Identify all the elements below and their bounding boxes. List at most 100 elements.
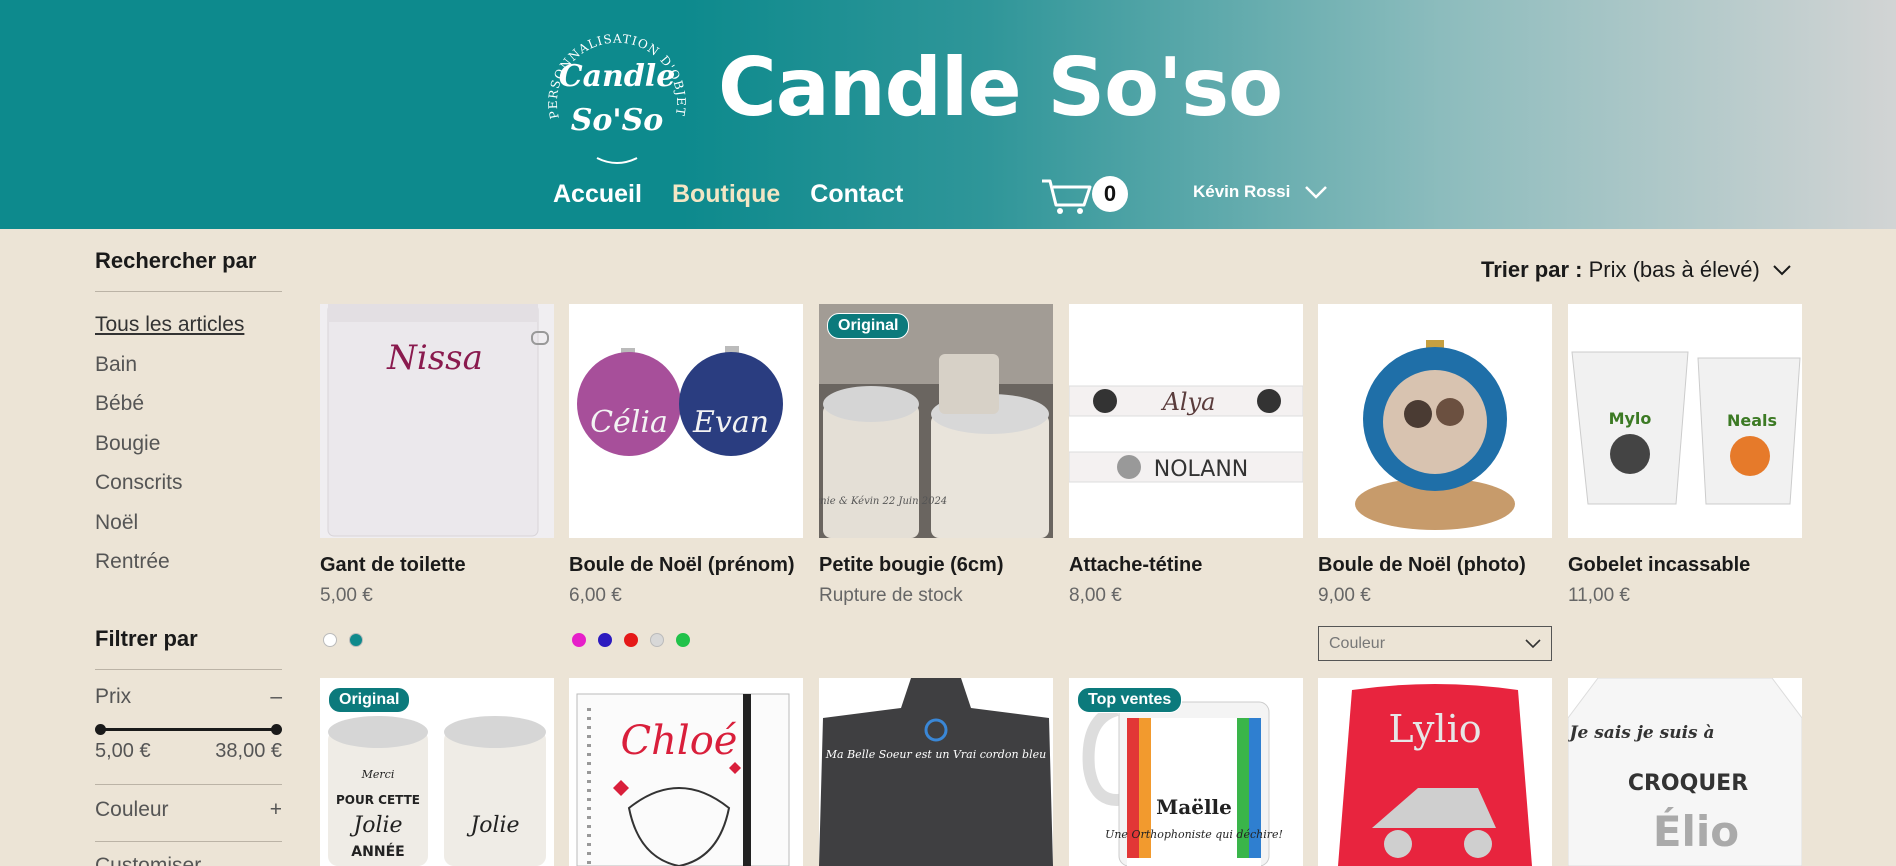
product-badge: Top ventes: [1077, 687, 1183, 713]
nav-contact[interactable]: Contact: [810, 178, 903, 210]
image-text: Une Orthophoniste qui déchire!: [1105, 828, 1283, 841]
image-text: Ma Belle Soeur est un Vrai cordon bleu: [825, 748, 1046, 761]
swatch-blue[interactable]: [598, 633, 612, 647]
chevron-down-icon: [1525, 638, 1541, 648]
price-range-values: 5,00 € 38,00 €: [95, 740, 282, 763]
next-filter-toggle[interactable]: Customiser: [95, 854, 282, 866]
product-image[interactable]: Ma Belle Soeur est un Vrai cordon bleu: [819, 678, 1053, 866]
color-swatches: [572, 633, 690, 647]
image-text: POUR CETTE: [336, 793, 420, 807]
product-name[interactable]: Gant de toilette: [320, 554, 466, 577]
product-image[interactable]: Chloé: [569, 678, 803, 866]
site-header: PERSONNALISATION D'OBJETS À VOTRE IMAGE …: [0, 0, 1896, 229]
product-image[interactable]: Nissa: [320, 304, 554, 538]
image-text: Célia: [590, 405, 668, 440]
main-nav: Accueil Boutique Contact: [553, 178, 903, 210]
product-badge: Original: [827, 313, 910, 339]
image-text: ANNÉE: [351, 843, 404, 860]
logo-line2: So'So: [571, 103, 664, 138]
image-text: Mélanie & Kévin 22 Juin 2024: [819, 496, 947, 507]
image-text: Alya: [1161, 388, 1216, 416]
svg-text:Jolie: Jolie: [466, 813, 519, 838]
chevron-down-icon: [1305, 186, 1328, 199]
category-rentree[interactable]: Rentrée: [95, 542, 244, 582]
color-select[interactable]: Couleur: [1318, 626, 1552, 661]
price-range-slider[interactable]: [95, 724, 282, 735]
color-swatches: [323, 633, 363, 647]
divider: [95, 841, 282, 842]
chevron-down-icon: [1773, 265, 1791, 276]
sort-dropdown[interactable]: Trier par : Prix (bas à élevé): [1481, 257, 1792, 283]
category-all[interactable]: Tous les articles: [95, 305, 244, 345]
product-price: 8,00 €: [1069, 585, 1122, 606]
range-max-handle[interactable]: [271, 724, 282, 735]
sort-value: Prix (bas à élevé): [1588, 257, 1760, 282]
color-filter-label: Couleur: [95, 798, 169, 821]
nav-accueil[interactable]: Accueil: [553, 178, 642, 210]
product-image[interactable]: Mylo Neals: [1568, 304, 1802, 538]
swatch-pink[interactable]: [572, 633, 586, 647]
product-image[interactable]: Mélanie & Kévin 22 Juin 2024 Original: [819, 304, 1053, 538]
search-heading: Rechercher par: [95, 248, 257, 273]
swatch-white[interactable]: [323, 633, 337, 647]
product-price: 9,00 €: [1318, 585, 1371, 606]
product-price: 5,00 €: [320, 585, 373, 606]
swatch-green[interactable]: [676, 633, 690, 647]
category-conscrits[interactable]: Conscrits: [95, 463, 244, 503]
filter-heading: Filtrer par: [95, 626, 198, 651]
product-image[interactable]: Maëlle Une Orthophoniste qui déchire! To…: [1069, 678, 1303, 866]
product-name[interactable]: Attache-tétine: [1069, 554, 1202, 577]
image-text: Chloé: [621, 718, 738, 764]
product-image[interactable]: Alya NOLANN: [1069, 304, 1303, 538]
sort-label: Trier par :: [1481, 257, 1583, 282]
category-list: Tous les articles Bain Bébé Bougie Consc…: [95, 305, 244, 582]
next-filter-label: Customiser: [95, 854, 202, 866]
price-max: 38,00 €: [215, 740, 282, 762]
product-stock-status: Rupture de stock: [819, 585, 963, 606]
price-min: 5,00 €: [95, 740, 151, 762]
color-filter-toggle[interactable]: Couleur +: [95, 798, 282, 822]
product-image[interactable]: Je sais je suis à CROQUER Élio: [1568, 678, 1802, 866]
image-text: NOLANN: [1154, 457, 1249, 482]
product-name[interactable]: Boule de Noël (photo): [1318, 554, 1526, 577]
divider: [95, 291, 282, 292]
image-text: Nissa: [386, 338, 483, 378]
cart-count-badge[interactable]: 0: [1092, 176, 1128, 212]
price-filter-toggle[interactable]: Prix –: [95, 685, 282, 709]
swatch-teal[interactable]: [349, 633, 363, 647]
product-image[interactable]: Lylio: [1318, 678, 1552, 866]
category-noel[interactable]: Noël: [95, 503, 244, 543]
product-price: 11,00 €: [1568, 585, 1630, 606]
image-text: CROQUER: [1628, 771, 1748, 796]
product-image[interactable]: Merci POUR CETTE Jolie ANNÉE Jolie Origi…: [320, 678, 554, 866]
minus-icon: –: [270, 685, 282, 708]
brand-title[interactable]: Candle So'so: [718, 48, 1283, 128]
swatch-red[interactable]: [624, 633, 638, 647]
product-image[interactable]: [1318, 304, 1552, 538]
user-menu[interactable]: Kévin Rossi: [1193, 182, 1328, 202]
product-price: 6,00 €: [569, 585, 622, 606]
image-text: Jolie: [349, 813, 402, 838]
user-name: Kévin Rossi: [1193, 182, 1291, 201]
swatch-silver[interactable]: [650, 633, 664, 647]
logo[interactable]: PERSONNALISATION D'OBJETS À VOTRE IMAGE …: [537, 18, 697, 178]
product-image[interactable]: Célia Evan: [569, 304, 803, 538]
plus-icon: +: [269, 798, 282, 821]
image-text: Mylo: [1609, 409, 1652, 428]
category-bougie[interactable]: Bougie: [95, 424, 244, 464]
range-min-handle[interactable]: [95, 724, 106, 735]
image-text: Je sais je suis à: [1568, 723, 1715, 743]
product-name[interactable]: Petite bougie (6cm): [819, 554, 1003, 577]
product-badge: Original: [328, 687, 411, 713]
product-name[interactable]: Boule de Noël (prénom): [569, 554, 795, 577]
category-bebe[interactable]: Bébé: [95, 384, 244, 424]
image-text: Merci: [361, 768, 395, 781]
color-select-placeholder: Couleur: [1329, 634, 1386, 652]
product-name[interactable]: Gobelet incassable: [1568, 554, 1750, 577]
image-text: Lylio: [1388, 707, 1481, 751]
image-text: Neals: [1727, 411, 1777, 430]
category-bain[interactable]: Bain: [95, 345, 244, 385]
divider: [95, 669, 282, 670]
nav-boutique[interactable]: Boutique: [672, 178, 780, 210]
image-text: Evan: [692, 405, 769, 440]
